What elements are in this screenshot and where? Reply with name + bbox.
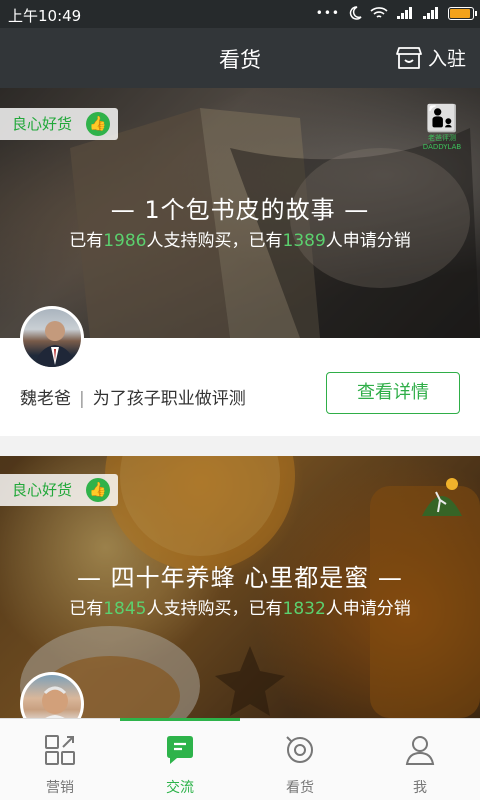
sellers-count: 1832 xyxy=(282,599,326,619)
thumbs-up-icon: 👍 xyxy=(86,112,111,136)
tab-browse-goods[interactable]: 看货 xyxy=(240,719,360,800)
separator: | xyxy=(79,389,85,409)
product-card[interactable]: 良心好货 👍 👨‍👦 老爸评测 DADDYLAB — 1个包书皮的故事 — 已有… xyxy=(0,88,480,436)
product-headline: — 1个包书皮的故事 — xyxy=(110,196,370,224)
buyers-count: 1845 xyxy=(103,599,147,619)
stats-suffix: 人申请分销 xyxy=(325,231,411,251)
moon-icon xyxy=(349,6,362,20)
status-time: 上午10:49 xyxy=(8,7,82,25)
product-stats: 已有1986人支持购买，已有1389人申请分销 xyxy=(0,226,480,251)
tab-exchange[interactable]: 交流 xyxy=(120,718,240,800)
tab-label: 看货 xyxy=(286,780,314,796)
quality-tag-label: 良心好货 xyxy=(12,481,73,499)
tab-marketing[interactable]: 营销 xyxy=(0,719,120,800)
stats-prefix: 已有 xyxy=(69,599,104,619)
avatar-image xyxy=(34,321,76,367)
chat-icon xyxy=(167,736,193,764)
status-icons: ••• xyxy=(315,6,477,20)
product-stats: 已有1845人支持购买，已有1832人申请分销 xyxy=(0,594,480,619)
enter-button[interactable]: 入驻 xyxy=(396,44,466,71)
magnifier-icon xyxy=(286,736,313,763)
tab-label: 交流 xyxy=(166,780,194,796)
author-line: 魏老爸 | 为了孩子职业做评测 xyxy=(20,384,246,409)
brand-sub: DADDYLAB xyxy=(422,143,462,151)
beekeeper-logo-icon xyxy=(422,478,462,516)
tab-label: 我 xyxy=(413,780,427,796)
app-header: 看货 入驻 xyxy=(0,28,480,88)
thumbs-up-icon: 👍 xyxy=(86,478,111,502)
product-headline: — 四十年养蜂 心里都是蜜 — xyxy=(77,564,403,592)
stats-mid: 人支持购买，已有 xyxy=(146,231,283,251)
status-bar: 上午10:49 ••• xyxy=(0,0,480,28)
enter-label: 入驻 xyxy=(427,48,466,70)
stats-mid: 人支持购买，已有 xyxy=(146,599,283,619)
bottom-tab-bar: 营销 交流 看货 我 xyxy=(0,718,480,800)
product-card[interactable]: 良心好货 👍 — 四十年养蜂 心里都是蜜 — 已有1845人支持购买，已有183… xyxy=(0,456,480,718)
view-details-button[interactable]: 查看详情 xyxy=(326,372,460,414)
stats-prefix: 已有 xyxy=(69,231,104,251)
sellers-count: 1389 xyxy=(282,231,326,251)
signal-icon-2 xyxy=(423,7,438,19)
brand-logo: 👨‍👦 老爸评测 DADDYLAB xyxy=(418,104,466,156)
family-icon: 👨‍👦 xyxy=(425,104,459,134)
quality-tag-label: 良心好货 xyxy=(12,115,73,133)
tab-me[interactable]: 我 xyxy=(360,719,480,800)
grid-icon xyxy=(45,735,75,765)
store-icon xyxy=(396,46,422,69)
avatar-image xyxy=(42,686,68,718)
brand-text: 老爸评测 xyxy=(428,134,456,142)
buyers-count: 1986 xyxy=(103,231,147,251)
tab-label: 营销 xyxy=(46,780,74,796)
wifi-icon xyxy=(370,7,388,18)
quality-tag: 良心好货 👍 xyxy=(0,108,119,140)
stats-suffix: 人申请分销 xyxy=(325,599,411,619)
author-description: 为了孩子职业做评测 xyxy=(92,389,246,409)
author-name: 魏老爸 xyxy=(20,389,71,409)
brand-logo xyxy=(418,472,466,524)
notification-dots-icon: ••• xyxy=(315,6,340,20)
signal-icon xyxy=(397,7,412,19)
avatar[interactable] xyxy=(20,306,84,370)
quality-tag: 良心好货 👍 xyxy=(0,474,119,506)
product-hero-image[interactable]: 良心好货 👍 👨‍👦 老爸评测 DADDYLAB — 1个包书皮的故事 — 已有… xyxy=(0,88,480,338)
user-icon xyxy=(405,736,435,765)
battery-icon xyxy=(448,6,477,20)
